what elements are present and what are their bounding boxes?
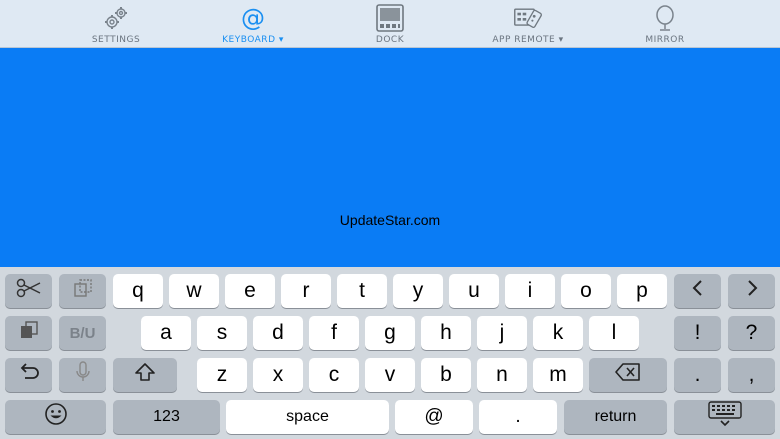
toolbar-settings-label: SETTINGS (91, 35, 141, 45)
key-i[interactable]: i (505, 274, 555, 308)
key-o[interactable]: o (561, 274, 611, 308)
shift-arrow-icon (134, 362, 156, 388)
key-d[interactable]: d (253, 316, 303, 350)
top-toolbar: SETTINGS @ KEYBOARD ▾ DOCK APP REMOTE ▾ … (0, 0, 780, 48)
key-m[interactable]: m (533, 358, 583, 392)
undo-key[interactable] (5, 358, 52, 392)
dictation-key[interactable] (59, 358, 106, 392)
svg-text:@: @ (241, 4, 265, 32)
chevron-right-icon (745, 279, 759, 303)
emoji-smiley-icon (44, 402, 68, 432)
at-sign-icon: @ (238, 4, 268, 32)
toolbar-keyboard-label: KEYBOARD ▾ (222, 35, 284, 45)
app-remote-icon (513, 4, 543, 32)
key-h[interactable]: h (421, 316, 471, 350)
remote-canvas[interactable]: UpdateStar.com (0, 48, 780, 267)
key-period[interactable]: . (674, 358, 721, 392)
cut-key[interactable] (5, 274, 52, 308)
key-p[interactable]: p (617, 274, 667, 308)
key-v[interactable]: v (365, 358, 415, 392)
key-t[interactable]: t (337, 274, 387, 308)
emoji-key[interactable] (5, 400, 106, 434)
paste-key[interactable] (5, 316, 52, 350)
toolbar-dock-label: DOCK (375, 35, 405, 45)
copy-icon (72, 277, 94, 305)
key-k[interactable]: k (533, 316, 583, 350)
toolbar-dock[interactable]: DOCK (365, 0, 415, 47)
key-u[interactable]: u (449, 274, 499, 308)
toolbar-app-remote-label: APP REMOTE ▾ (492, 35, 564, 45)
return-key[interactable]: return (564, 400, 667, 434)
chevron-left-icon (691, 279, 705, 303)
key-b[interactable]: b (421, 358, 471, 392)
shift-key[interactable] (113, 358, 177, 392)
key-dot[interactable]: . (479, 400, 557, 434)
bold-underline-key[interactable]: B/U (59, 316, 106, 350)
toolbar-settings[interactable]: SETTINGS (88, 0, 144, 47)
microphone-icon (75, 361, 91, 389)
undo-icon (18, 363, 40, 387)
key-z[interactable]: z (197, 358, 247, 392)
key-l[interactable]: l (589, 316, 639, 350)
key-f[interactable]: f (309, 316, 359, 350)
toolbar-mirror-label: MIRROR (645, 35, 685, 45)
numbers-key[interactable]: 123 (113, 400, 220, 434)
toolbar-app-remote[interactable]: APP REMOTE ▾ (490, 0, 566, 47)
backspace-key[interactable] (589, 358, 667, 392)
scissors-icon (16, 278, 42, 304)
key-c[interactable]: c (309, 358, 359, 392)
key-r[interactable]: r (281, 274, 331, 308)
copy-key[interactable] (59, 274, 106, 308)
key-comma[interactable]: , (728, 358, 775, 392)
mirror-icon (650, 4, 680, 32)
toolbar-keyboard[interactable]: @ KEYBOARD ▾ (218, 0, 288, 47)
watermark-text: UpdateStar.com (339, 212, 441, 228)
key-g[interactable]: g (365, 316, 415, 350)
key-y[interactable]: y (393, 274, 443, 308)
key-q[interactable]: q (113, 274, 163, 308)
key-question[interactable]: ? (728, 316, 775, 350)
key-w[interactable]: w (169, 274, 219, 308)
key-x[interactable]: x (253, 358, 303, 392)
key-j[interactable]: j (477, 316, 527, 350)
gears-icon (101, 4, 131, 32)
cursor-right-key[interactable] (728, 274, 775, 308)
key-n[interactable]: n (477, 358, 527, 392)
hide-keyboard-key[interactable] (674, 400, 775, 434)
key-at[interactable]: @ (395, 400, 473, 434)
dock-icon (375, 4, 405, 32)
key-e[interactable]: e (225, 274, 275, 308)
key-exclamation[interactable]: ! (674, 316, 721, 350)
keyboard-hide-icon (707, 401, 742, 433)
cursor-left-key[interactable] (674, 274, 721, 308)
key-s[interactable]: s (197, 316, 247, 350)
keyboard: q w e r t y u i o p B/U a s d f g h j k … (0, 267, 780, 439)
backspace-icon (614, 362, 642, 388)
key-a[interactable]: a (141, 316, 191, 350)
space-key[interactable]: space (226, 400, 389, 434)
toolbar-mirror[interactable]: MIRROR (642, 0, 688, 47)
paste-icon (18, 319, 40, 347)
